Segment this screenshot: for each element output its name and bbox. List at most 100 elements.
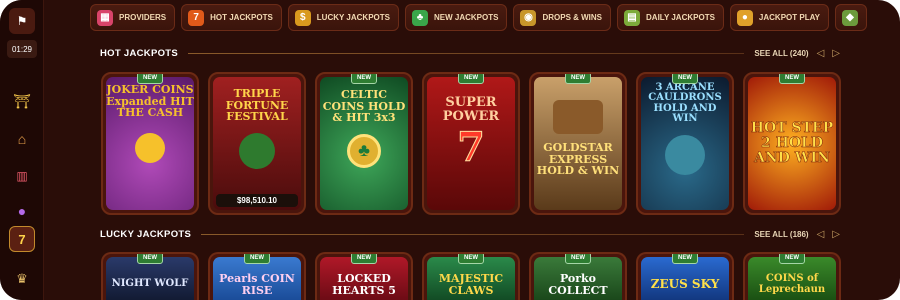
lantern-icon[interactable]: ⛩: [9, 88, 35, 114]
game-tile[interactable]: NEW HOT STEP 2 HOLD AND WIN: [743, 72, 841, 215]
divider: [188, 52, 745, 54]
coins-icon: ◉: [520, 9, 537, 26]
category-providers[interactable]: ▦ Providers: [90, 4, 176, 31]
clock-display: 01:29: [7, 40, 37, 58]
new-badge: NEW: [672, 74, 698, 84]
seven-chip-icon[interactable]: 7: [9, 226, 35, 252]
game-tile[interactable]: NEW SUPER POWER 7: [422, 72, 520, 215]
prev-arrow-icon[interactable]: ◁: [817, 229, 825, 240]
game-tile[interactable]: TRIPLE FORTUNE FESTIVAL $98,510.10: [208, 72, 306, 215]
prev-arrow-icon[interactable]: ◁: [817, 48, 825, 59]
category-new-jackpots[interactable]: ♣ New Jackpots: [405, 4, 508, 31]
slot-reels-icon[interactable]: ▥: [9, 163, 35, 189]
category-label: Lucky Jackpots: [316, 13, 390, 22]
new-badge: NEW: [458, 74, 484, 84]
category-daily-jackpots[interactable]: ▤ Daily Jackpots: [617, 4, 724, 31]
game-tile[interactable]: NEW CELTIC COINS HOLD & HIT 3x3 ♣: [315, 72, 413, 215]
game-title: CELTIC COINS HOLD & HIT 3x3: [322, 88, 406, 125]
jackpot-amount: $98,510.10: [216, 194, 298, 207]
new-badge: NEW: [458, 254, 484, 264]
game-tile[interactable]: NEW ZEUS SKY: [636, 252, 734, 300]
seven-icon: 7: [188, 9, 205, 26]
game-tile[interactable]: NEW Porko COLLECT: [529, 252, 627, 300]
game-title: HOT STEP 2 HOLD AND WIN: [750, 120, 834, 166]
left-rail: ⚑ 01:29 ⛩ ⌂ ▥ ● 7 ♛: [0, 0, 44, 300]
hot-jackpots-header: HOT JACKPOTS SEE ALL (240) ◁ ▷: [100, 46, 840, 60]
game-art: GOLDSTAR EXPRESS HOLD & WIN: [534, 77, 622, 210]
category-bar: ▦ Providers 7 Hot Jackpots $ Lucky Jackp…: [90, 4, 900, 34]
game-title: JOKER COINS Expanded HIT THE CASH: [106, 83, 194, 120]
game-title: ZEUS SKY: [650, 277, 720, 292]
coin-icon: [135, 132, 165, 163]
calendar-icon: ▤: [624, 9, 641, 26]
category-label: Daily Jackpots: [646, 13, 715, 22]
flag-icon[interactable]: ⚑: [9, 8, 35, 34]
category-hot-jackpots[interactable]: 7 Hot Jackpots: [181, 4, 282, 31]
new-badge: NEW: [244, 254, 270, 264]
providers-icon: ▦: [97, 9, 113, 26]
see-all-link[interactable]: SEE ALL (186): [754, 230, 808, 239]
game-tile[interactable]: NEW 3 ARCANE CAULDRONS HOLD AND WIN: [636, 72, 734, 215]
game-title: NIGHT WOLF: [111, 278, 189, 290]
game-art: TRIPLE FORTUNE FESTIVAL: [213, 77, 301, 210]
category-jackpot-play[interactable]: ● Jackpot Play: [729, 4, 829, 31]
new-badge: NEW: [137, 74, 163, 84]
section-title: LUCKY JACKPOTS: [100, 228, 192, 240]
game-art: SUPER POWER 7: [427, 77, 515, 210]
game-art: 3 ARCANE CAULDRONS HOLD AND WIN: [641, 77, 729, 210]
genie-icon[interactable]: ●: [9, 198, 35, 224]
category-lucky-jackpots[interactable]: $ Lucky Jackpots: [287, 4, 399, 31]
game-tile[interactable]: NEW LOCKED HEARTS 5: [315, 252, 413, 300]
new-badge: NEW: [351, 254, 377, 264]
new-badge: NEW: [565, 74, 591, 84]
train-icon: [553, 100, 603, 135]
game-tile[interactable]: NEW Pearls COIN RISE: [208, 252, 306, 300]
see-all-link[interactable]: SEE ALL (240): [754, 49, 808, 58]
game-title: LOCKED HEARTS 5: [332, 271, 396, 297]
game-tile[interactable]: NEW COINS of Leprechaun: [743, 252, 841, 300]
game-title: GOLDSTAR EXPRESS HOLD & WIN: [536, 141, 620, 178]
game-tile[interactable]: NEW GOLDSTAR EXPRESS HOLD & WIN: [529, 72, 627, 215]
new-badge: NEW: [672, 254, 698, 264]
new-badge: NEW: [779, 74, 805, 84]
game-tile[interactable]: NEW JOKER COINS Expanded HIT THE CASH: [101, 72, 199, 215]
game-title: MAJESTIC CLAWS: [438, 271, 504, 297]
money-bag-icon: $: [294, 9, 311, 26]
new-badge: NEW: [565, 254, 591, 264]
game-title: 3 ARCANE CAULDRONS HOLD AND WIN: [648, 81, 722, 124]
game-title: Pearls COIN RISE: [219, 271, 295, 297]
game-title: Porko COLLECT: [548, 271, 608, 297]
lucky-jackpots-header: LUCKY JACKPOTS SEE ALL (186) ◁ ▷: [100, 227, 840, 241]
clover-icon: ♣: [412, 9, 428, 26]
game-art: JOKER COINS Expanded HIT THE CASH: [106, 77, 194, 210]
game-art: CELTIC COINS HOLD & HIT 3x3 ♣: [320, 77, 408, 210]
temple-icon[interactable]: ⌂: [9, 126, 35, 152]
game-tile[interactable]: NEW NIGHT WOLF: [101, 252, 199, 300]
game-tile[interactable]: NEW MAJESTIC CLAWS: [422, 252, 520, 300]
new-badge: NEW: [137, 254, 163, 264]
next-arrow-icon[interactable]: ▷: [832, 229, 840, 240]
lucky-icon: ◆: [841, 9, 858, 26]
category-label: Drops & Wins: [542, 13, 603, 22]
category-label: Jackpot Play: [758, 13, 820, 22]
crown-icon[interactable]: ♛: [9, 266, 35, 292]
clover-coin-icon: ♣: [347, 133, 381, 168]
character-icon: [239, 132, 275, 169]
coin-icon: ●: [736, 9, 753, 26]
divider: [201, 233, 745, 235]
witch-icon: [665, 134, 705, 175]
game-title: SUPER POWER: [442, 95, 500, 124]
seven-icon: 7: [457, 123, 486, 171]
category-more[interactable]: ◆: [834, 4, 867, 31]
app-frame: ⚑ 01:29 ⛩ ⌂ ▥ ● 7 ♛ ▦ Providers 7 Hot Ja…: [0, 0, 900, 300]
category-drops-wins[interactable]: ◉ Drops & Wins: [513, 4, 612, 31]
category-label: Hot Jackpots: [210, 13, 273, 22]
game-title: COINS of Leprechaun: [758, 273, 826, 295]
game-title: TRIPLE FORTUNE FESTIVAL: [225, 87, 289, 124]
next-arrow-icon[interactable]: ▷: [832, 48, 840, 59]
game-art: HOT STEP 2 HOLD AND WIN: [748, 77, 836, 210]
category-label: Providers: [119, 13, 167, 22]
new-badge: NEW: [351, 74, 377, 84]
section-title: HOT JACKPOTS: [100, 47, 179, 59]
new-badge: NEW: [779, 254, 805, 264]
